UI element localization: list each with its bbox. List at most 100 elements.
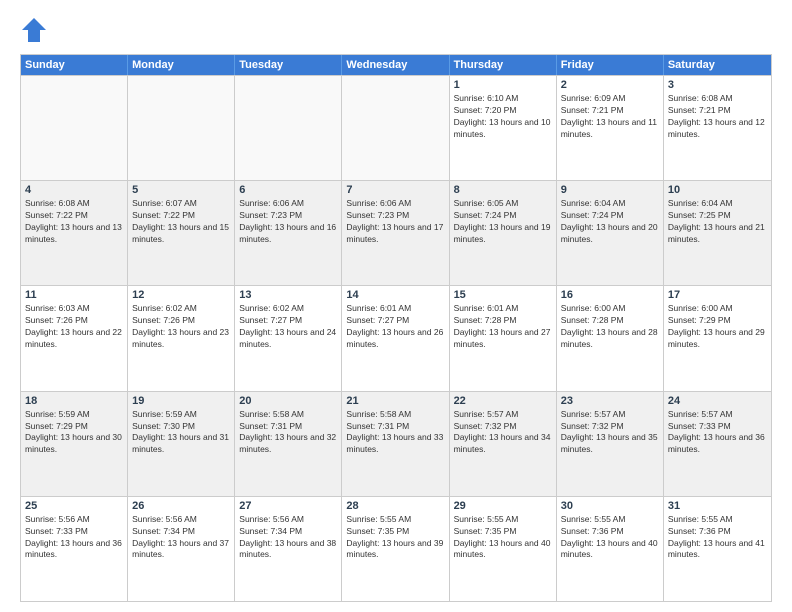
cal-row-1: 4 Sunrise: 6:08 AMSunset: 7:22 PMDaylight… [21,180,771,285]
cal-row-3: 18Sunrise: 5:59 AMSunset: 7:29 PMDayligh… [21,391,771,496]
day-number: 14 [346,289,444,301]
day-number: 31 [668,500,767,512]
calendar-header: SundayMondayTuesdayWednesdayThursdayFrid… [21,55,771,75]
header [20,16,772,44]
cal-cell: 8 Sunrise: 6:05 AMSunset: 7:24 PMDaylight… [450,181,557,285]
cell-text: Sunrise: 6:04 AMSunset: 7:25 PMDaylight:… [668,198,767,246]
cell-text: Sunrise: 5:56 AMSunset: 7:34 PMDaylight:… [239,514,337,562]
cal-cell: 15Sunrise: 6:01 AMSunset: 7:28 PMDayligh… [450,286,557,390]
day-number: 22 [454,395,552,407]
day-number: 30 [561,500,659,512]
cell-text: Sunrise: 6:09 AMSunset: 7:21 PMDaylight:… [561,93,659,141]
cal-cell: 26 Sunrise: 5:56 AMSunset: 7:34 PMDayligh… [128,497,235,601]
cal-cell [21,76,128,180]
cal-cell: 28 Sunrise: 5:55 AMSunset: 7:35 PMDayligh… [342,497,449,601]
day-number: 4 [25,184,123,196]
cell-text: Sunrise: 5:55 AMSunset: 7:36 PMDaylight:… [668,514,767,562]
cal-header-day-wednesday: Wednesday [342,55,449,75]
day-number: 24 [668,395,767,407]
cal-cell: 13 Sunrise: 6:02 AMSunset: 7:27 PMDayligh… [235,286,342,390]
cal-cell: 11 Sunrise: 6:03 AMSunset: 7:26 PMDayligh… [21,286,128,390]
cell-text: Sunrise: 5:59 AMSunset: 7:30 PMDaylight:… [132,409,230,457]
day-number: 16 [561,289,659,301]
day-number: 13 [239,289,337,301]
cal-row-2: 11 Sunrise: 6:03 AMSunset: 7:26 PMDayligh… [21,285,771,390]
cal-cell: 24 Sunrise: 5:57 AMSunset: 7:33 PMDayligh… [664,392,771,496]
day-number: 5 [132,184,230,196]
cal-header-day-tuesday: Tuesday [235,55,342,75]
day-number: 29 [454,500,552,512]
page: SundayMondayTuesdayWednesdayThursdayFrid… [0,0,792,612]
cal-cell: 18Sunrise: 5:59 AMSunset: 7:29 PMDayligh… [21,392,128,496]
cal-cell: 27 Sunrise: 5:56 AMSunset: 7:34 PMDayligh… [235,497,342,601]
cal-cell: 14 Sunrise: 6:01 AMSunset: 7:27 PMDayligh… [342,286,449,390]
cell-text: Sunrise: 5:55 AMSunset: 7:35 PMDaylight:… [346,514,444,562]
cal-header-day-thursday: Thursday [450,55,557,75]
cell-text: Sunrise: 6:01 AMSunset: 7:27 PMDaylight:… [346,303,444,351]
cell-text: Sunrise: 6:08 AMSunset: 7:21 PMDaylight:… [668,93,767,141]
cell-text: Sunrise: 6:01 AMSunset: 7:28 PMDaylight:… [454,303,552,351]
cell-text: Sunrise: 5:56 AMSunset: 7:33 PMDaylight:… [25,514,123,562]
cal-header-day-monday: Monday [128,55,235,75]
day-number: 6 [239,184,337,196]
cell-text: Sunrise: 5:57 AMSunset: 7:32 PMDaylight:… [454,409,552,457]
cal-header-day-sunday: Sunday [21,55,128,75]
cal-row-4: 25 Sunrise: 5:56 AMSunset: 7:33 PMDayligh… [21,496,771,601]
cal-cell: 22 Sunrise: 5:57 AMSunset: 7:32 PMDayligh… [450,392,557,496]
cal-cell: 21 Sunrise: 5:58 AMSunset: 7:31 PMDayligh… [342,392,449,496]
cal-cell: 25 Sunrise: 5:56 AMSunset: 7:33 PMDayligh… [21,497,128,601]
cell-text: Sunrise: 6:04 AMSunset: 7:24 PMDaylight:… [561,198,659,246]
cal-cell [235,76,342,180]
day-number: 21 [346,395,444,407]
day-number: 26 [132,500,230,512]
day-number: 25 [25,500,123,512]
cell-text: Sunrise: 5:59 AMSunset: 7:29 PMDaylight:… [25,409,123,457]
calendar: SundayMondayTuesdayWednesdayThursdayFrid… [20,54,772,602]
day-number: 8 [454,184,552,196]
cell-text: Sunrise: 5:55 AMSunset: 7:35 PMDaylight:… [454,514,552,562]
cell-text: Sunrise: 6:07 AMSunset: 7:22 PMDaylight:… [132,198,230,246]
cal-header-day-friday: Friday [557,55,664,75]
cal-cell: 9Sunrise: 6:04 AMSunset: 7:24 PMDaylight… [557,181,664,285]
cal-cell: 1Sunrise: 6:10 AMSunset: 7:20 PMDaylight… [450,76,557,180]
cal-cell: 10 Sunrise: 6:04 AMSunset: 7:25 PMDayligh… [664,181,771,285]
cell-text: Sunrise: 5:58 AMSunset: 7:31 PMDaylight:… [346,409,444,457]
day-number: 27 [239,500,337,512]
cal-cell: 20 Sunrise: 5:58 AMSunset: 7:31 PMDayligh… [235,392,342,496]
cell-text: Sunrise: 6:05 AMSunset: 7:24 PMDaylight:… [454,198,552,246]
cal-cell: 29 Sunrise: 5:55 AMSunset: 7:35 PMDayligh… [450,497,557,601]
cal-row-0: 1Sunrise: 6:10 AMSunset: 7:20 PMDaylight… [21,75,771,180]
day-number: 1 [454,79,552,91]
day-number: 23 [561,395,659,407]
cal-cell: 5 Sunrise: 6:07 AMSunset: 7:22 PMDaylight… [128,181,235,285]
logo [20,16,52,44]
cal-cell: 23Sunrise: 5:57 AMSunset: 7:32 PMDayligh… [557,392,664,496]
day-number: 10 [668,184,767,196]
cell-text: Sunrise: 6:02 AMSunset: 7:27 PMDaylight:… [239,303,337,351]
cell-text: Sunrise: 5:57 AMSunset: 7:33 PMDaylight:… [668,409,767,457]
cell-text: Sunrise: 6:03 AMSunset: 7:26 PMDaylight:… [25,303,123,351]
cell-text: Sunrise: 6:06 AMSunset: 7:23 PMDaylight:… [346,198,444,246]
cal-cell: 17Sunrise: 6:00 AMSunset: 7:29 PMDayligh… [664,286,771,390]
day-number: 20 [239,395,337,407]
cell-text: Sunrise: 6:06 AMSunset: 7:23 PMDaylight:… [239,198,337,246]
calendar-body: 1Sunrise: 6:10 AMSunset: 7:20 PMDaylight… [21,75,771,601]
cal-cell: 6 Sunrise: 6:06 AMSunset: 7:23 PMDaylight… [235,181,342,285]
cell-text: Sunrise: 5:58 AMSunset: 7:31 PMDaylight:… [239,409,337,457]
cal-cell [342,76,449,180]
cal-cell: 4 Sunrise: 6:08 AMSunset: 7:22 PMDaylight… [21,181,128,285]
day-number: 11 [25,289,123,301]
day-number: 19 [132,395,230,407]
cell-text: Sunrise: 6:08 AMSunset: 7:22 PMDaylight:… [25,198,123,246]
cell-text: Sunrise: 6:00 AMSunset: 7:29 PMDaylight:… [668,303,767,351]
cal-cell: 3Sunrise: 6:08 AMSunset: 7:21 PMDaylight… [664,76,771,180]
cal-cell: 30Sunrise: 5:55 AMSunset: 7:36 PMDayligh… [557,497,664,601]
cal-cell [128,76,235,180]
day-number: 2 [561,79,659,91]
cell-text: Sunrise: 6:00 AMSunset: 7:28 PMDaylight:… [561,303,659,351]
cell-text: Sunrise: 6:02 AMSunset: 7:26 PMDaylight:… [132,303,230,351]
cal-cell: 31 Sunrise: 5:55 AMSunset: 7:36 PMDayligh… [664,497,771,601]
cell-text: Sunrise: 5:56 AMSunset: 7:34 PMDaylight:… [132,514,230,562]
day-number: 28 [346,500,444,512]
day-number: 7 [346,184,444,196]
